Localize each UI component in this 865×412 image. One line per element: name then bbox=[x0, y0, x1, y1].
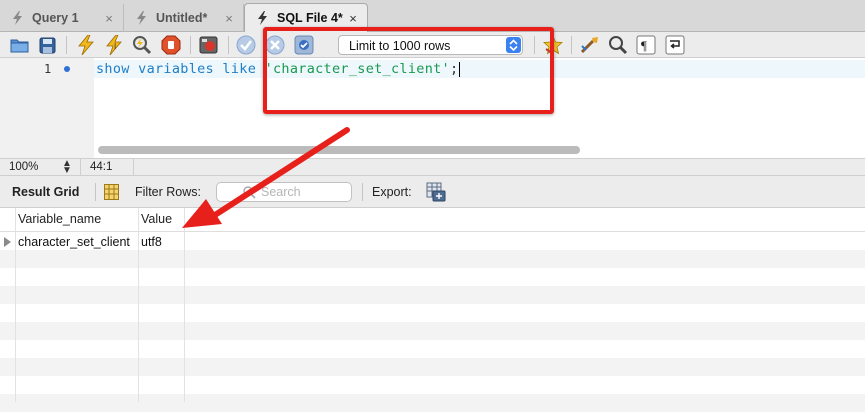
explain-icon[interactable] bbox=[132, 35, 152, 55]
tab-label: Untitled* bbox=[156, 11, 208, 25]
table-row bbox=[0, 322, 865, 340]
toolbar-divider bbox=[228, 36, 229, 54]
column-header-variable-name[interactable]: Variable_name bbox=[15, 208, 138, 231]
zoom-level: 100% bbox=[9, 161, 39, 173]
column-header-value[interactable]: Value bbox=[138, 208, 184, 231]
toolbar-divider bbox=[66, 36, 67, 54]
line-marker-icon bbox=[64, 66, 70, 72]
line-number: 1 bbox=[44, 62, 52, 76]
commit-icon[interactable] bbox=[236, 35, 256, 55]
save-icon[interactable] bbox=[37, 35, 57, 55]
export-icon[interactable] bbox=[425, 182, 447, 205]
stop-icon[interactable] bbox=[161, 35, 181, 55]
tab-query-1[interactable]: Query 1 × bbox=[0, 4, 124, 32]
result-toolbar: Result Grid Filter Rows: Export: bbox=[0, 176, 865, 208]
export-label: Export: bbox=[372, 185, 412, 199]
execute-icon[interactable] bbox=[76, 35, 96, 55]
close-icon[interactable]: × bbox=[221, 11, 237, 26]
table-row bbox=[0, 358, 865, 376]
open-file-icon[interactable] bbox=[10, 35, 30, 55]
wrap-lines-icon[interactable] bbox=[665, 35, 685, 55]
lightning-icon bbox=[137, 11, 146, 25]
toggle-error-icon[interactable] bbox=[199, 35, 219, 55]
filter-search-box[interactable] bbox=[216, 182, 352, 202]
lightning-icon bbox=[13, 11, 22, 25]
horizontal-scrollbar[interactable] bbox=[98, 146, 580, 154]
line-gutter: 1 bbox=[0, 58, 94, 158]
toolbar-divider bbox=[95, 183, 96, 201]
tab-label: Query 1 bbox=[32, 11, 79, 25]
tab-label: SQL File 4* bbox=[277, 11, 343, 25]
result-grid-label[interactable]: Result Grid bbox=[12, 185, 79, 199]
search-icon bbox=[243, 186, 256, 199]
cell-value[interactable]: utf8 bbox=[138, 233, 162, 251]
table-row bbox=[0, 394, 865, 412]
toolbar-divider bbox=[571, 36, 572, 54]
status-divider bbox=[80, 159, 81, 176]
toolbar-divider bbox=[362, 183, 363, 201]
editor-status-bar: 100% ▲ ▼ 44:1 bbox=[0, 158, 865, 176]
status-divider bbox=[133, 159, 134, 176]
result-grid-icon[interactable] bbox=[104, 184, 119, 203]
zoom-stepper-icon[interactable]: ▲ ▼ bbox=[62, 159, 72, 176]
lightning-icon bbox=[258, 11, 267, 25]
svg-text:I: I bbox=[114, 42, 116, 51]
close-icon[interactable]: × bbox=[345, 11, 361, 26]
row-pointer-icon bbox=[4, 237, 11, 247]
column-divider[interactable] bbox=[184, 208, 185, 402]
invisible-chars-icon[interactable]: ¶ bbox=[636, 35, 656, 55]
search-input[interactable] bbox=[261, 184, 347, 200]
table-row bbox=[0, 286, 865, 304]
filter-rows-label: Filter Rows: bbox=[135, 185, 201, 199]
find-icon[interactable] bbox=[608, 35, 628, 55]
cursor-position: 44:1 bbox=[90, 161, 113, 173]
cell-variable-name[interactable]: character_set_client bbox=[15, 233, 130, 251]
table-row bbox=[0, 250, 865, 268]
close-icon[interactable]: × bbox=[101, 11, 117, 26]
svg-text:¶: ¶ bbox=[641, 38, 647, 53]
execute-current-icon[interactable]: I bbox=[104, 35, 124, 55]
tab-untitled[interactable]: Untitled* × bbox=[124, 4, 244, 32]
annotation-highlight-box bbox=[263, 27, 554, 114]
result-grid[interactable]: Variable_name Value character_set_client… bbox=[0, 208, 865, 412]
sql-keywords: show variables like bbox=[96, 61, 265, 77]
header-divider bbox=[0, 231, 865, 232]
beautify-icon[interactable] bbox=[580, 35, 600, 55]
toolbar-divider bbox=[190, 36, 191, 54]
